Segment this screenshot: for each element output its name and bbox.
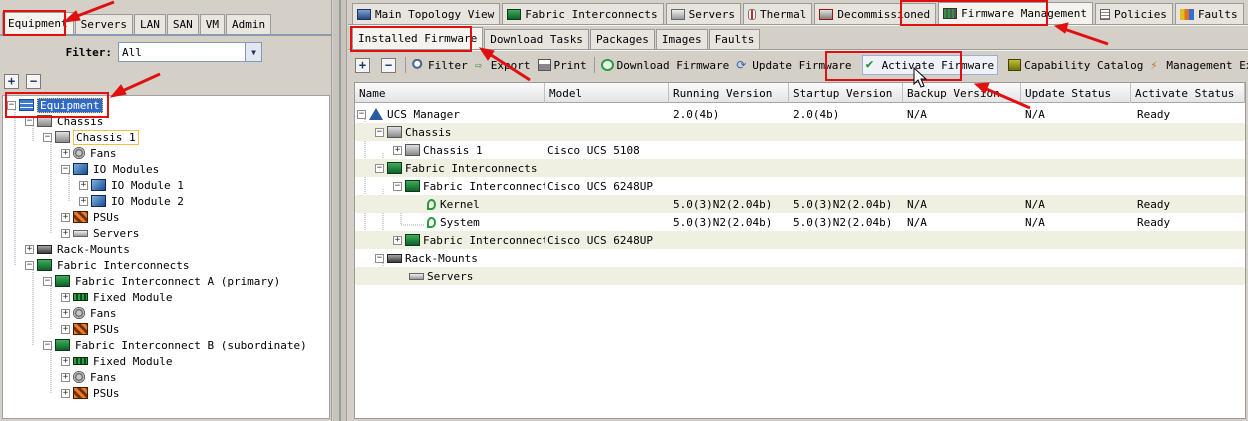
mouse-cursor-icon xyxy=(913,66,928,88)
annotation-arrows xyxy=(62,0,1109,110)
